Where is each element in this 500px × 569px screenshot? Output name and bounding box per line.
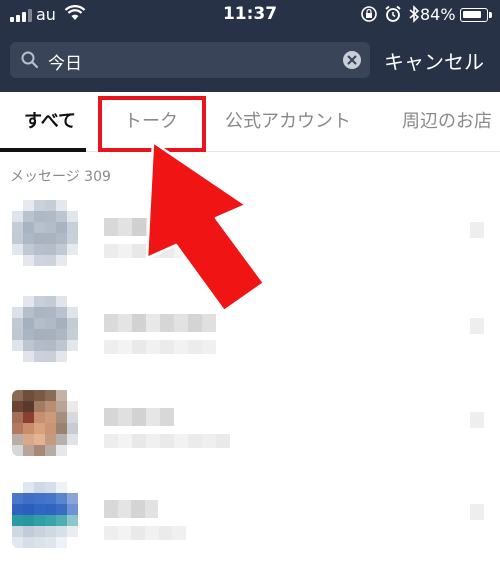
timestamp-blurred: [470, 412, 484, 428]
contact-name-blurred: [104, 500, 158, 518]
clear-icon[interactable]: [342, 50, 362, 70]
message-preview-blurred: [104, 434, 234, 448]
search-header: au 11:37 84% 今日 キャンセル: [0, 0, 500, 92]
search-tabs: すべて トーク 公式アカウント 周辺のお店: [0, 92, 500, 152]
rotation-lock-icon: [361, 6, 377, 22]
battery-nub: [489, 12, 492, 18]
avatar: [12, 200, 78, 266]
active-tab-indicator: [0, 148, 86, 152]
contact-name-blurred: [104, 314, 220, 332]
contact-name-blurred: [104, 408, 180, 426]
timestamp-blurred: [470, 504, 484, 520]
battery-icon: [460, 8, 488, 22]
alarm-icon: [385, 5, 401, 22]
messages-section-header: メッセージ 309: [10, 169, 111, 185]
battery-percent: 84%: [420, 5, 456, 24]
message-result-item[interactable]: [0, 390, 500, 482]
contact-name-blurred: [104, 218, 164, 236]
message-preview-blurred: [104, 340, 216, 354]
cancel-button[interactable]: キャンセル: [384, 46, 484, 75]
search-input[interactable]: 今日: [10, 42, 370, 78]
message-result-item[interactable]: [0, 482, 500, 569]
avatar: [12, 296, 78, 362]
status-bar: au 11:37 84%: [0, 0, 500, 30]
search-query[interactable]: 今日: [48, 49, 82, 74]
status-icons: [360, 5, 420, 23]
battery-level-fill: [463, 11, 481, 18]
message-result-item[interactable]: [0, 296, 500, 388]
tab-all[interactable]: すべて: [24, 92, 76, 152]
timestamp-blurred: [470, 222, 484, 238]
tab-official-accounts[interactable]: 公式アカウント: [225, 92, 351, 152]
tab-nearby-shops[interactable]: 周辺のお店: [402, 92, 492, 152]
avatar: [12, 482, 78, 548]
message-result-item[interactable]: [0, 200, 500, 292]
message-preview-blurred: [104, 526, 187, 540]
bluetooth-icon: [409, 5, 420, 23]
timestamp-blurred: [470, 318, 484, 334]
talk-tab-highlight: [98, 96, 206, 152]
search-icon: [21, 51, 39, 69]
avatar: [12, 390, 78, 456]
message-preview-blurred: [104, 244, 216, 258]
